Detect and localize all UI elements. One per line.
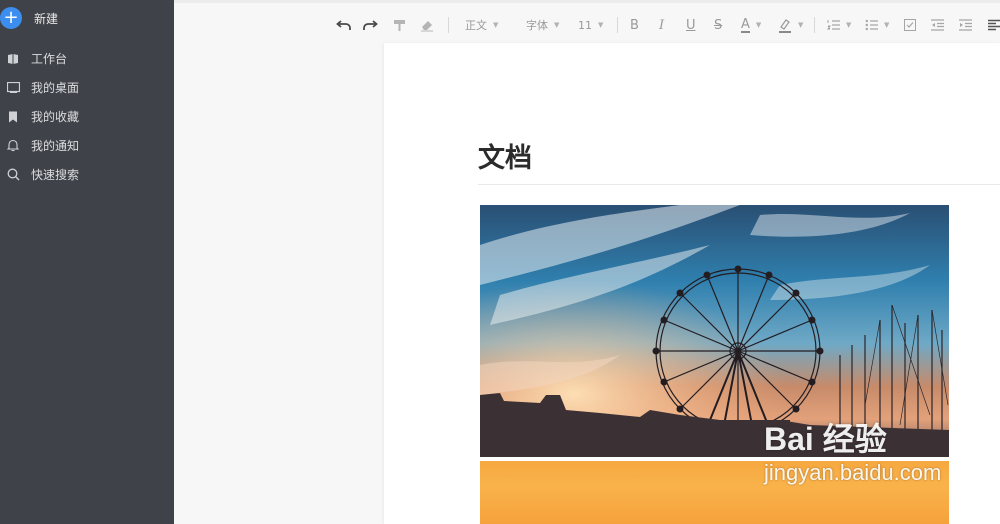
- indent-increase-icon: [959, 19, 972, 31]
- font-family-value: 字体: [526, 19, 548, 32]
- font-size-value: 11: [578, 18, 592, 32]
- highlighter-icon: [779, 18, 791, 33]
- sidebar-item-notifications[interactable]: 我的通知: [0, 131, 174, 160]
- chevron-down-icon: ▼: [554, 21, 560, 29]
- new-label: 新建: [34, 11, 59, 26]
- underline-button[interactable]: U: [686, 17, 696, 33]
- checkbox-icon: [904, 19, 916, 31]
- sidebar-item-label: 快速搜索: [31, 168, 80, 182]
- paragraph-style-value: 正文: [465, 19, 487, 32]
- toolbar-divider: [814, 17, 815, 33]
- sidebar-item-label: 工作台: [31, 52, 68, 66]
- chevron-down-icon: ▼: [884, 21, 890, 29]
- clear-format-icon[interactable]: [420, 17, 434, 33]
- sidebar-item-label: 我的收藏: [31, 110, 80, 124]
- chevron-down-icon: ▼: [493, 21, 499, 29]
- bullet-list-button[interactable]: ▼: [865, 17, 889, 33]
- checklist-button[interactable]: [904, 17, 916, 33]
- bold-icon: B: [630, 17, 639, 33]
- bell-icon: [3, 139, 23, 153]
- new-button[interactable]: + 新建: [0, 6, 58, 30]
- sidebar-nav: 工作台 我的桌面 我的收藏 我的通知 快速搜索: [0, 44, 174, 189]
- watermark-url: jingyan.baidu.com: [764, 460, 942, 485]
- sidebar-item-search[interactable]: 快速搜索: [0, 160, 174, 189]
- bold-button[interactable]: B: [630, 17, 639, 33]
- indent-decrease-icon: [931, 19, 944, 31]
- plus-icon: +: [0, 7, 22, 29]
- ordered-list-button[interactable]: ▼: [827, 17, 851, 33]
- watermark: Bai 经验 jingyan.baidu.com: [764, 414, 941, 486]
- sidebar: + 新建 工作台 我的桌面 我的收藏 我的通知 快速搜索: [0, 0, 174, 524]
- font-size-select[interactable]: 11 ▼: [578, 17, 603, 33]
- chevron-down-icon: ▼: [846, 21, 852, 29]
- chevron-down-icon: ▼: [798, 21, 804, 29]
- highlight-button[interactable]: ▼: [778, 17, 803, 33]
- strikethrough-button[interactable]: S: [714, 17, 722, 33]
- paragraph-style-select[interactable]: 正文 ▼: [465, 17, 498, 33]
- font-color-button[interactable]: A ▼: [741, 17, 761, 33]
- underline-icon: U: [686, 17, 696, 33]
- align-left-button[interactable]: [988, 17, 1000, 33]
- desktop-icon: [3, 81, 23, 95]
- editor-toolbar: 正文 ▼ 字体 ▼ 11 ▼ B I U S A ▼ ▼ ▼ ▼: [174, 0, 1000, 42]
- sidebar-item-desktop[interactable]: 我的桌面: [0, 73, 174, 102]
- sidebar-item-label: 我的桌面: [31, 81, 80, 95]
- document-title[interactable]: 文档: [478, 136, 532, 175]
- chevron-down-icon: ▼: [755, 21, 762, 29]
- italic-icon: I: [659, 17, 665, 33]
- sidebar-item-workspace[interactable]: 工作台: [0, 44, 174, 73]
- sidebar-item-favorites[interactable]: 我的收藏: [0, 102, 174, 131]
- chevron-down-icon: ▼: [598, 21, 604, 29]
- font-color-icon: A: [741, 16, 750, 33]
- title-divider: [478, 184, 1000, 185]
- indent-increase-button[interactable]: [959, 17, 972, 33]
- bullet-list-icon: [865, 19, 878, 31]
- app-window: + 新建 工作台 我的桌面 我的收藏 我的通知 快速搜索 正文 ▼ 字体 ▼ 1…: [0, 0, 1000, 524]
- italic-button[interactable]: I: [659, 17, 664, 33]
- ordered-list-icon: [827, 20, 840, 30]
- redo-icon[interactable]: [362, 17, 378, 33]
- toolbar-divider: [617, 17, 618, 33]
- undo-icon[interactable]: [336, 17, 352, 33]
- strikethrough-icon: S: [714, 17, 723, 33]
- indent-decrease-button[interactable]: [931, 17, 944, 33]
- toolbar-divider: [448, 17, 449, 33]
- sidebar-item-label: 我的通知: [31, 139, 80, 153]
- workspace-icon: [3, 52, 23, 66]
- bookmark-icon: [3, 110, 23, 124]
- font-family-select[interactable]: 字体 ▼: [526, 17, 559, 33]
- watermark-logo: Bai 经验: [764, 421, 887, 457]
- format-painter-icon[interactable]: [393, 17, 406, 33]
- align-left-icon: [988, 19, 1000, 31]
- search-icon: [3, 168, 23, 182]
